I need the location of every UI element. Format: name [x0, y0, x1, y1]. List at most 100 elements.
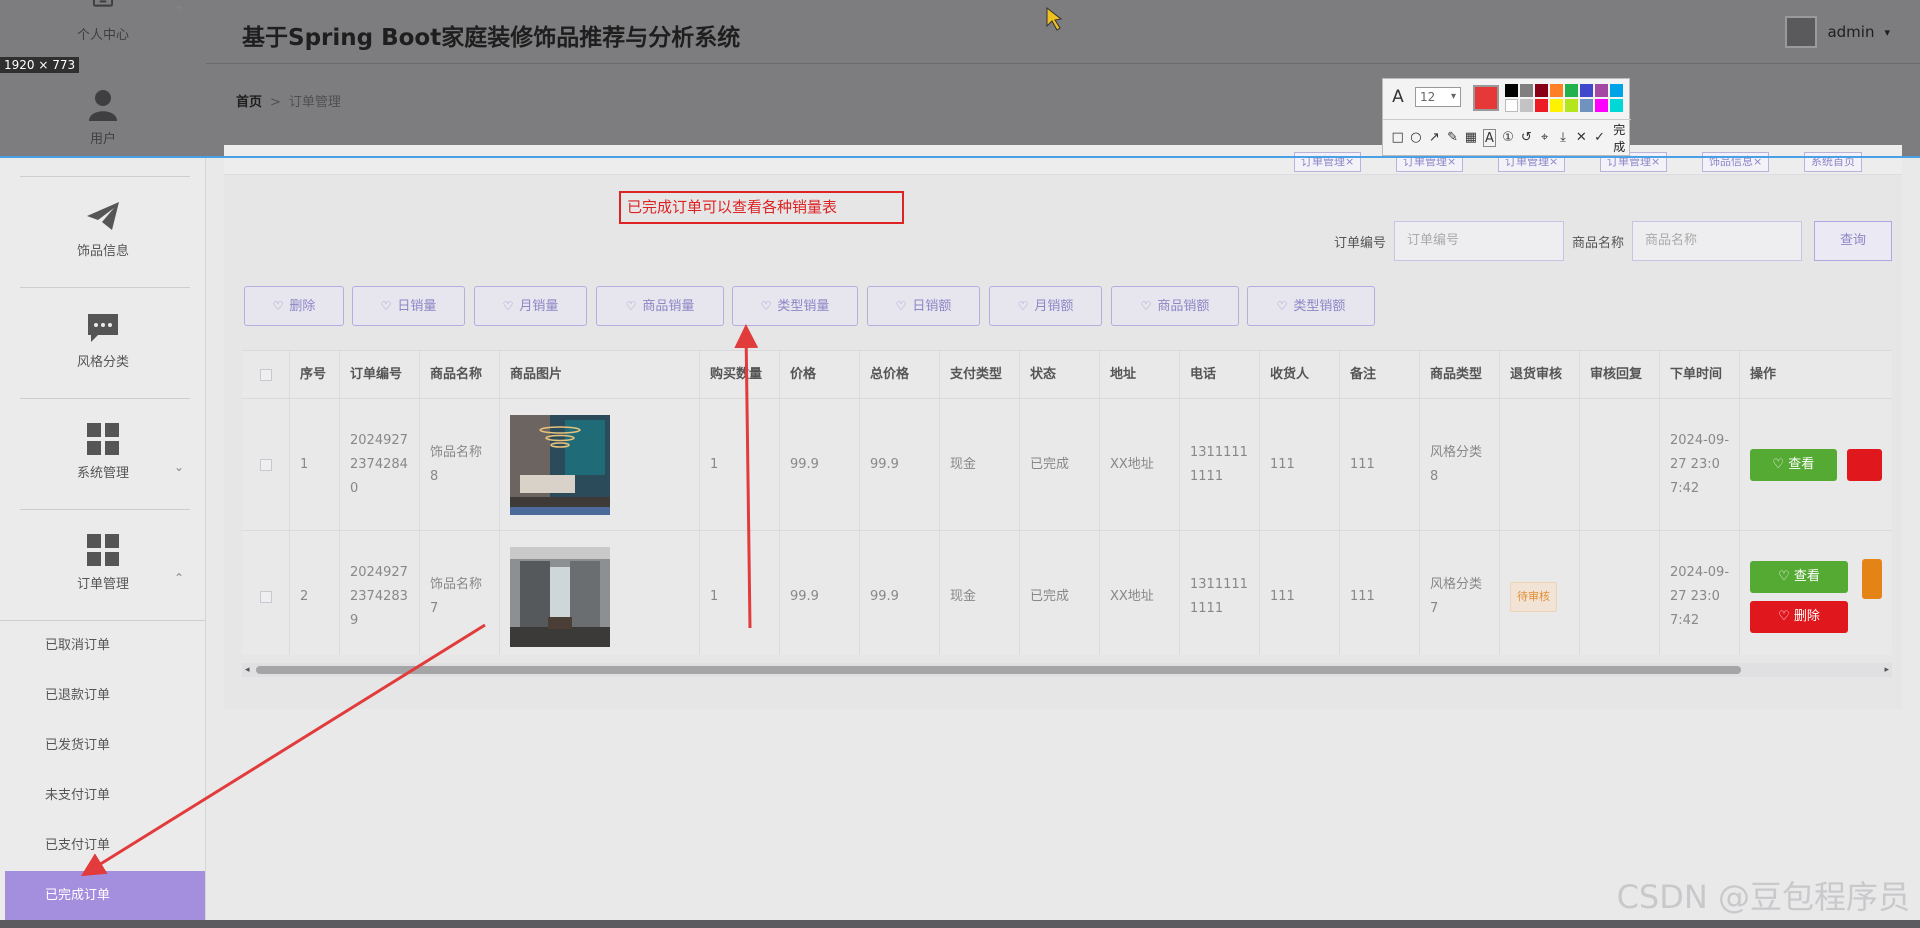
sidebar-subitem-shipped[interactable]: 已发货订单 — [0, 721, 206, 771]
sidebar-subitem-completed[interactable]: 已完成订单 — [5, 871, 205, 921]
header-cell: 审核回复 — [1580, 351, 1660, 398]
search-button[interactable]: 查询 — [1814, 221, 1892, 261]
scroll-right-icon[interactable]: ▸ — [1884, 663, 1889, 677]
row-select-cell[interactable] — [242, 399, 290, 530]
monthly-sales-button[interactable]: ♡ 月销量 — [474, 286, 587, 326]
color-swatch[interactable] — [1565, 99, 1578, 112]
product-sales-button[interactable]: ♡ 商品销量 — [596, 286, 724, 326]
button-label: 月销量 — [519, 299, 559, 314]
pen-icon[interactable]: ✎ — [1446, 129, 1459, 147]
color-palette — [1505, 84, 1623, 112]
scrollbar-thumb[interactable] — [256, 666, 1741, 674]
cell-status: 已完成 — [1020, 399, 1100, 530]
color-swatch[interactable] — [1565, 84, 1578, 97]
grid-icon — [87, 423, 119, 455]
check-icon[interactable]: ✓ — [1593, 129, 1606, 147]
header-cell: 电话 — [1180, 351, 1260, 398]
font-size-select[interactable]: 12 ▾ — [1415, 87, 1461, 107]
select-all-checkbox[interactable] — [259, 368, 272, 381]
color-swatch[interactable] — [1580, 84, 1593, 97]
cell-order-no: 20249272374283 9 — [340, 531, 420, 655]
select-all-cell[interactable] — [242, 351, 290, 398]
cell-time: 2024-09-27 23:07:42 — [1660, 399, 1740, 530]
audit-button[interactable] — [1862, 558, 1882, 599]
save-icon[interactable]: ⤓ — [1556, 129, 1569, 147]
close-icon[interactable]: ✕ — [1575, 129, 1588, 147]
color-swatch[interactable] — [1595, 99, 1608, 112]
user-menu[interactable]: admin ▾ — [1785, 16, 1890, 48]
color-swatch[interactable] — [1520, 84, 1533, 97]
delete-button[interactable] — [1846, 448, 1882, 481]
rectangle-icon[interactable]: □ — [1391, 129, 1404, 147]
action-stack: ♡ 查看 ♡ 删除 — [1750, 560, 1848, 633]
horizontal-scrollbar[interactable]: ◂ ▸ — [242, 663, 1892, 677]
sidebar-item-ornaments[interactable]: 饰品信息 — [0, 200, 206, 259]
row-checkbox[interactable] — [259, 590, 272, 603]
sidebar-item-label: 风格分类 — [76, 355, 129, 370]
breadcrumb-home[interactable]: 首页 — [236, 95, 262, 110]
order-no-input[interactable]: 订单编号 — [1393, 221, 1564, 261]
order-no-label: 订单编号 — [1333, 235, 1386, 251]
button-label: 类型销量 — [777, 299, 830, 314]
pin-icon[interactable]: ⌖ — [1538, 129, 1551, 147]
view-button[interactable]: ♡ 查看 — [1750, 560, 1848, 593]
color-swatch[interactable] — [1580, 99, 1593, 112]
type-revenue-button[interactable]: ♡ 类型销额 — [1247, 286, 1375, 326]
arrow-icon[interactable]: ↗ — [1428, 129, 1441, 147]
product-image — [510, 546, 610, 647]
sidebar-item-profile[interactable]: 个人中心 ⌄ — [0, 0, 206, 54]
color-swatch[interactable] — [1535, 99, 1548, 112]
color-swatch[interactable] — [1595, 84, 1608, 97]
done-button[interactable]: 完成 — [1613, 121, 1631, 155]
delete-button[interactable]: ♡ 删除 — [1750, 600, 1848, 633]
sidebar-item-users[interactable]: 用户 — [0, 88, 206, 147]
sidebar-item-system[interactable]: 系统管理 ⌄ — [0, 422, 206, 481]
tab-orders[interactable]: 订单管理× — [1294, 152, 1362, 172]
sidebar-subitem-paid[interactable]: 已支付订单 — [0, 821, 206, 871]
color-swatch[interactable] — [1550, 84, 1563, 97]
current-color-swatch[interactable] — [1473, 85, 1499, 111]
color-swatch[interactable] — [1610, 84, 1623, 97]
mosaic-icon[interactable]: ▦ — [1464, 129, 1477, 147]
color-swatch[interactable] — [1535, 84, 1548, 97]
tab-home[interactable]: 系统首页 — [1804, 152, 1862, 172]
number-icon[interactable]: ① — [1501, 129, 1514, 147]
cell-phone: 13111111111 — [1180, 399, 1260, 530]
heart-icon: ♡ — [1778, 608, 1794, 624]
sidebar-subitem-refunded[interactable]: 已退款订单 — [0, 671, 206, 721]
heart-icon: ♡ — [895, 299, 907, 313]
sidebar-item-label: 饰品信息 — [76, 244, 129, 259]
row-select-cell[interactable] — [242, 531, 290, 655]
product-name-input[interactable]: 商品名称 — [1632, 221, 1802, 261]
color-swatch[interactable] — [1550, 99, 1563, 112]
color-swatch[interactable] — [1610, 99, 1623, 112]
divider — [20, 398, 190, 399]
sidebar-item-label: 订单管理 — [76, 577, 129, 592]
color-swatch[interactable] — [1505, 84, 1518, 97]
sidebar-subitem-cancelled[interactable]: 已取消订单 — [0, 621, 206, 671]
delete-button[interactable]: ♡ 删除 — [244, 286, 344, 326]
tab-ornaments[interactable]: 饰品信息× — [1702, 152, 1770, 172]
header-cell: 操作 — [1750, 366, 1777, 382]
color-swatch[interactable] — [1505, 99, 1518, 112]
app-title: 基于Spring Boot家庭装修饰品推荐与分析系统 — [242, 25, 741, 51]
undo-icon[interactable]: ↺ — [1520, 129, 1533, 147]
text-icon[interactable]: A — [1482, 128, 1497, 147]
color-swatch[interactable] — [1520, 99, 1533, 112]
sidebar-subitem-unpaid[interactable]: 未支付订单 — [0, 771, 206, 821]
view-button[interactable]: ♡ 查看 — [1750, 448, 1837, 481]
product-revenue-button[interactable]: ♡ 商品销额 — [1111, 286, 1239, 326]
scroll-left-icon[interactable]: ◂ — [245, 663, 250, 677]
daily-sales-button[interactable]: ♡ 日销量 — [352, 286, 465, 326]
monthly-revenue-button[interactable]: ♡ 月销额 — [989, 286, 1102, 326]
row-checkbox[interactable] — [259, 458, 272, 471]
heart-icon: ♡ — [760, 299, 772, 313]
product-image — [510, 414, 610, 515]
breadcrumb-bar: 首页 > 订单管理 — [206, 64, 1920, 157]
sidebar-item-style-category[interactable]: 风格分类 — [0, 311, 206, 370]
sidebar-item-orders[interactable]: 订单管理 ⌃ — [0, 533, 206, 592]
daily-revenue-button[interactable]: ♡ 日销额 — [867, 286, 980, 326]
ellipse-icon[interactable]: ○ — [1409, 129, 1422, 147]
type-sales-button[interactable]: ♡ 类型销量 — [732, 286, 858, 326]
cell-return-audit — [1500, 399, 1580, 530]
